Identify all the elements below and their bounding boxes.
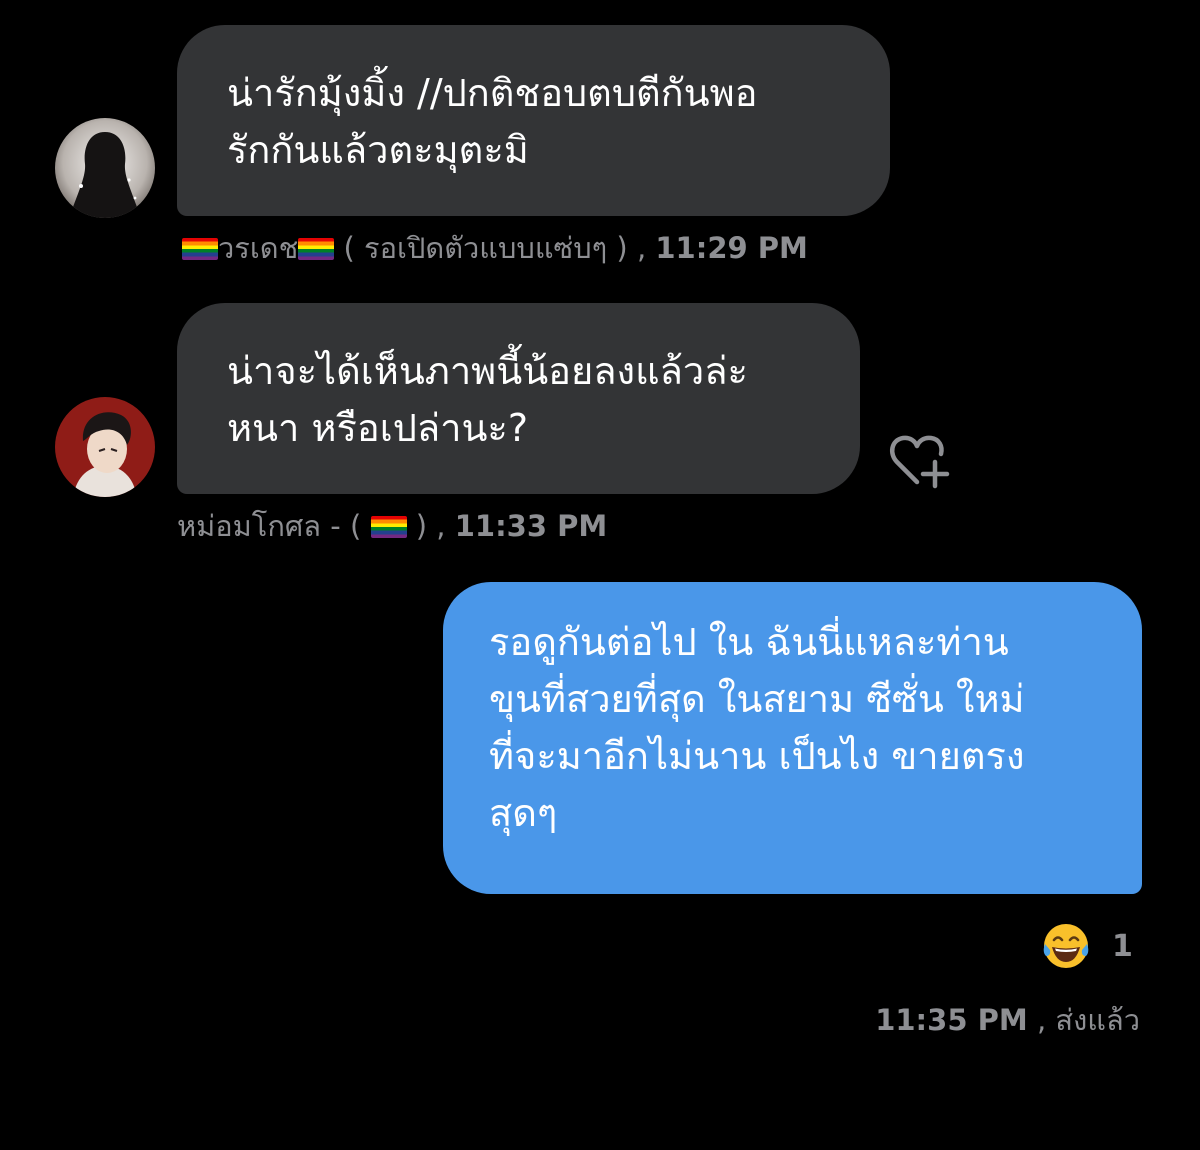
rainbow-flag-icon <box>370 516 407 538</box>
message-text-line: ขุนที่สวยที่สุด ในสยาม ซีซั่น ใหม่ <box>489 677 1025 721</box>
meta-separator: , <box>1036 1003 1047 1037</box>
heart-plus-icon[interactable] <box>887 432 953 492</box>
message-text-line: สุดๆ <box>489 791 558 835</box>
message-text-line: ที่จะมาอีกไม่นาน เป็นไง ขายตรง <box>489 734 1025 778</box>
reaction-count: 1 <box>1112 928 1133 964</box>
laughing-tears-emoji-icon <box>1043 924 1089 968</box>
message-meta-1: วรเดช ( รอเปิดตัวแบบแซ่บๆ ) , 11:29 PM <box>182 228 808 268</box>
message-bubble-2[interactable]: น่าจะได้เห็นภาพนี้น้อยลงแล้วล่ะ หนา หรือ… <box>177 303 860 494</box>
delivery-status: ส่งแล้ว <box>1055 1003 1140 1037</box>
message-text-line: น่าจะได้เห็นภาพนี้น้อยลงแล้วล่ะ <box>227 349 748 393</box>
reaction-summary[interactable]: 1 <box>1040 920 1133 972</box>
avatar-sender-2[interactable] <box>55 397 155 497</box>
message-text-line: รักกันแล้วตะมุตะมิ <box>227 128 529 172</box>
message-text-line: หนา หรือเปล่านะ? <box>227 406 529 450</box>
meta-separator: , <box>636 231 647 265</box>
message-time: 11:33 PM <box>454 509 608 543</box>
sender-name: หม่อมโกศล - ( <box>177 509 371 543</box>
sender-note: ) <box>406 509 437 543</box>
message-bubble-1[interactable]: น่ารักมุ้งมิ้ง //ปกติชอบตบตีกันพอ รักกัน… <box>177 25 890 216</box>
rainbow-flag-icon <box>182 238 218 260</box>
sender-note: ( รอเปิดตัวแบบแซ่บๆ ) <box>334 231 637 265</box>
message-time: 11:29 PM <box>655 231 808 265</box>
meta-separator: , <box>436 509 446 543</box>
sender-name: วรเดช <box>218 231 299 265</box>
message-meta-3: 11:35 PM , ส่งแล้ว <box>875 1000 1140 1040</box>
message-meta-2: หม่อมโกศล - ( ) , 11:33 PM <box>177 506 607 546</box>
message-time: 11:35 PM <box>875 1003 1028 1037</box>
avatar-sender-1[interactable] <box>55 118 155 218</box>
message-text-line: น่ารักมุ้งมิ้ง //ปกติชอบตบตีกันพอ <box>227 71 758 115</box>
message-text-line: รอดูกันต่อไป ใน ฉันนี่แหละท่าน <box>489 620 1009 664</box>
rainbow-flag-icon <box>298 238 335 260</box>
message-bubble-3[interactable]: รอดูกันต่อไป ใน ฉันนี่แหละท่าน ขุนที่สวย… <box>443 582 1142 894</box>
